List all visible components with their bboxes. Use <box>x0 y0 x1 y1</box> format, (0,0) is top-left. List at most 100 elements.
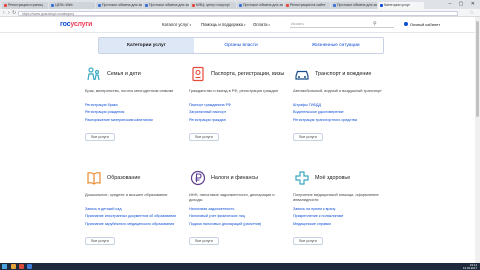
nav-payment-label: Оплата <box>253 21 268 27</box>
category-description: Брак, материнство, льготы многодетным се… <box>85 89 174 93</box>
logo-text-gos: гос <box>60 21 71 28</box>
scrollbar-thumb[interactable] <box>476 21 479 117</box>
category-title[interactable]: Образование <box>107 175 140 181</box>
family-icon <box>85 65 103 83</box>
service-link[interactable]: Прикрепление к поликлинике <box>293 214 391 219</box>
all-services-button[interactable]: Все услуги <box>85 236 115 245</box>
browser-tab[interactable]: Протокол обмена для заявки <box>331 2 377 9</box>
service-link[interactable]: Признание зарубежного медицинского образ… <box>85 222 183 227</box>
explorer-app-icon[interactable] <box>11 264 16 269</box>
browser-tab-bar: Регистрация страниц ЦЕЛЬ Web Протокол обме… <box>0 0 480 9</box>
nav-catalog-label: Каталог услуг <box>162 21 189 27</box>
category-header[interactable]: Транспорт и вождение <box>293 63 391 85</box>
browser-tab-label: Протокол обмена для заявки <box>243 3 283 7</box>
browser-tab[interactable]: Протокол обмена для заявки <box>237 2 283 9</box>
service-link[interactable]: Налоговый учет физических лиц <box>189 214 287 219</box>
gosuslugi-logo[interactable]: госуслуги <box>60 21 92 28</box>
service-link[interactable]: Регистрация рождения <box>85 110 183 115</box>
personal-cabinet-link[interactable]: Личный кабинет <box>404 22 440 27</box>
category-title[interactable]: Транспорт и вождение <box>315 71 371 77</box>
favicon-icon <box>379 4 383 7</box>
word-app-icon[interactable] <box>27 264 32 269</box>
browser-tab[interactable]: МФЦ: центр госуслуг <box>190 2 236 9</box>
browser-app-icon[interactable] <box>19 264 24 269</box>
service-links: Запись в детский сад Признание иностранны… <box>85 207 183 226</box>
reload-icon[interactable]: ↻ <box>12 10 16 16</box>
category-title[interactable]: Моё здоровье <box>315 175 350 181</box>
service-links: Штрафы ГИБДД Водительское удостоверение Ре… <box>293 103 391 122</box>
all-services-button[interactable]: Все услуги <box>189 236 219 245</box>
browser-tab-label: МФЦ: центр госуслуг <box>196 3 230 7</box>
service-link[interactable]: Регистрация граждан <box>189 118 287 123</box>
back-icon[interactable]: ‹ <box>3 10 5 16</box>
start-button[interactable] <box>2 264 7 269</box>
browser-tab[interactable]: Регистрация страниц <box>2 2 48 9</box>
cabinet-label: Личный кабинет <box>410 21 441 27</box>
forward-icon[interactable]: › <box>8 10 10 16</box>
browser-tab[interactable]: Протокол обмена для заявки <box>143 2 189 9</box>
browser-tab[interactable]: Регистрация на сайте <box>284 2 330 9</box>
service-links: Налоговая задолженность Налоговый учет фи… <box>189 207 287 226</box>
search-icon[interactable]: ⚲ <box>373 21 377 27</box>
favicon-icon <box>238 4 242 7</box>
tab-authorities[interactable]: Органы власти <box>193 38 289 53</box>
book-icon <box>85 169 103 187</box>
catalog-tabs: Категории услуг Органы власти Жизненные си… <box>98 37 384 54</box>
service-link[interactable]: Запись на прием к врачу <box>293 207 391 212</box>
service-link[interactable]: Паспорт гражданина РФ <box>189 103 287 108</box>
category-header[interactable]: Семья и дети <box>85 63 183 85</box>
category-header[interactable]: Паспорта, регистрации, визы <box>189 63 287 85</box>
search-input[interactable]: Искать <box>290 21 394 28</box>
service-link[interactable]: Регистрация брака <box>85 103 183 108</box>
favicon-icon <box>285 4 289 7</box>
favicon-icon <box>3 4 7 7</box>
service-link[interactable]: Медицинские справки <box>293 222 391 227</box>
nav-catalog[interactable]: Каталог услуг▾ <box>162 22 191 27</box>
nav-payment[interactable]: Оплата▾ <box>253 22 270 27</box>
all-services-button[interactable]: Все услуги <box>85 132 115 141</box>
system-clock: 19:14 13.03.2017 <box>463 263 477 270</box>
favicon-icon <box>332 4 336 7</box>
passport-icon <box>189 65 207 83</box>
service-link[interactable]: Регистрация транспортного средства <box>293 118 391 123</box>
service-link[interactable]: Налоговая задолженность <box>189 207 287 212</box>
category-title[interactable]: Паспорта, регистрации, визы <box>211 71 284 77</box>
all-services-button[interactable]: Все услуги <box>293 132 323 141</box>
service-link[interactable]: Подача налоговых деклараций (расчетов) <box>189 222 287 227</box>
service-link[interactable]: Заграничный паспорт <box>189 110 287 115</box>
window-controls[interactable]: – ▢ ✕ <box>449 1 478 7</box>
browser-tab[interactable]: Категории услуг <box>378 2 424 9</box>
address-bar-area: ‹ › ↻ https://www.gosuslugi.ru/category … <box>0 9 480 17</box>
bookmark-star-icon[interactable]: ☆ <box>470 10 474 16</box>
site-header: госуслуги Каталог услуг▾ Помощь и поддер… <box>0 17 480 33</box>
category-header[interactable]: Образование <box>85 167 183 189</box>
nav-help[interactable]: Помощь и поддержка▾ <box>201 22 245 27</box>
favicon-icon <box>191 4 195 7</box>
browser-tab[interactable]: Протокол обмена для заявки <box>96 2 142 9</box>
category-title[interactable]: Семья и дети <box>107 71 141 77</box>
service-links: Паспорт гражданина РФ Заграничный паспорт… <box>189 103 287 122</box>
browser-tab-label: ЦЕЛЬ Web <box>55 3 73 7</box>
category-title[interactable]: Налоги и финансы <box>211 175 258 181</box>
all-services-button[interactable]: Все услуги <box>293 236 323 245</box>
service-links: Запись на прием к врачу Прикрепление к по… <box>293 207 391 226</box>
chevron-down-icon: ▾ <box>189 22 192 27</box>
category-header[interactable]: Моё здоровье <box>293 167 391 189</box>
favicon-icon <box>144 4 148 7</box>
url-input[interactable]: https://www.gosuslugi.ru/category <box>18 10 458 16</box>
tab-categories[interactable]: Категории услуг <box>99 38 194 53</box>
service-link[interactable]: Штрафы ГИБДД <box>293 103 391 108</box>
service-link[interactable]: Запись в детский сад <box>85 207 183 212</box>
category-header[interactable]: Налоги и финансы <box>189 167 287 189</box>
service-link[interactable]: Признание иностранных документов об обра… <box>85 214 183 219</box>
service-link[interactable]: Водительское удостоверение <box>293 110 391 115</box>
ruble-icon <box>189 169 207 187</box>
browser-tab[interactable]: ЦЕЛЬ Web <box>49 2 95 9</box>
service-link[interactable]: Распоряжение материнским капиталом <box>85 118 183 123</box>
page-scrollbar[interactable] <box>475 17 480 263</box>
all-services-button[interactable]: Все услуги <box>189 132 219 141</box>
tab-life-situations[interactable]: Жизненные ситуации <box>288 38 383 53</box>
browser-tab-label: Регистрация на сайте <box>290 3 326 7</box>
category-description: Автомобильный, водный и воздушный трансп… <box>293 89 382 93</box>
browser-tab-label: Протокол обмена для заявки <box>337 3 377 7</box>
